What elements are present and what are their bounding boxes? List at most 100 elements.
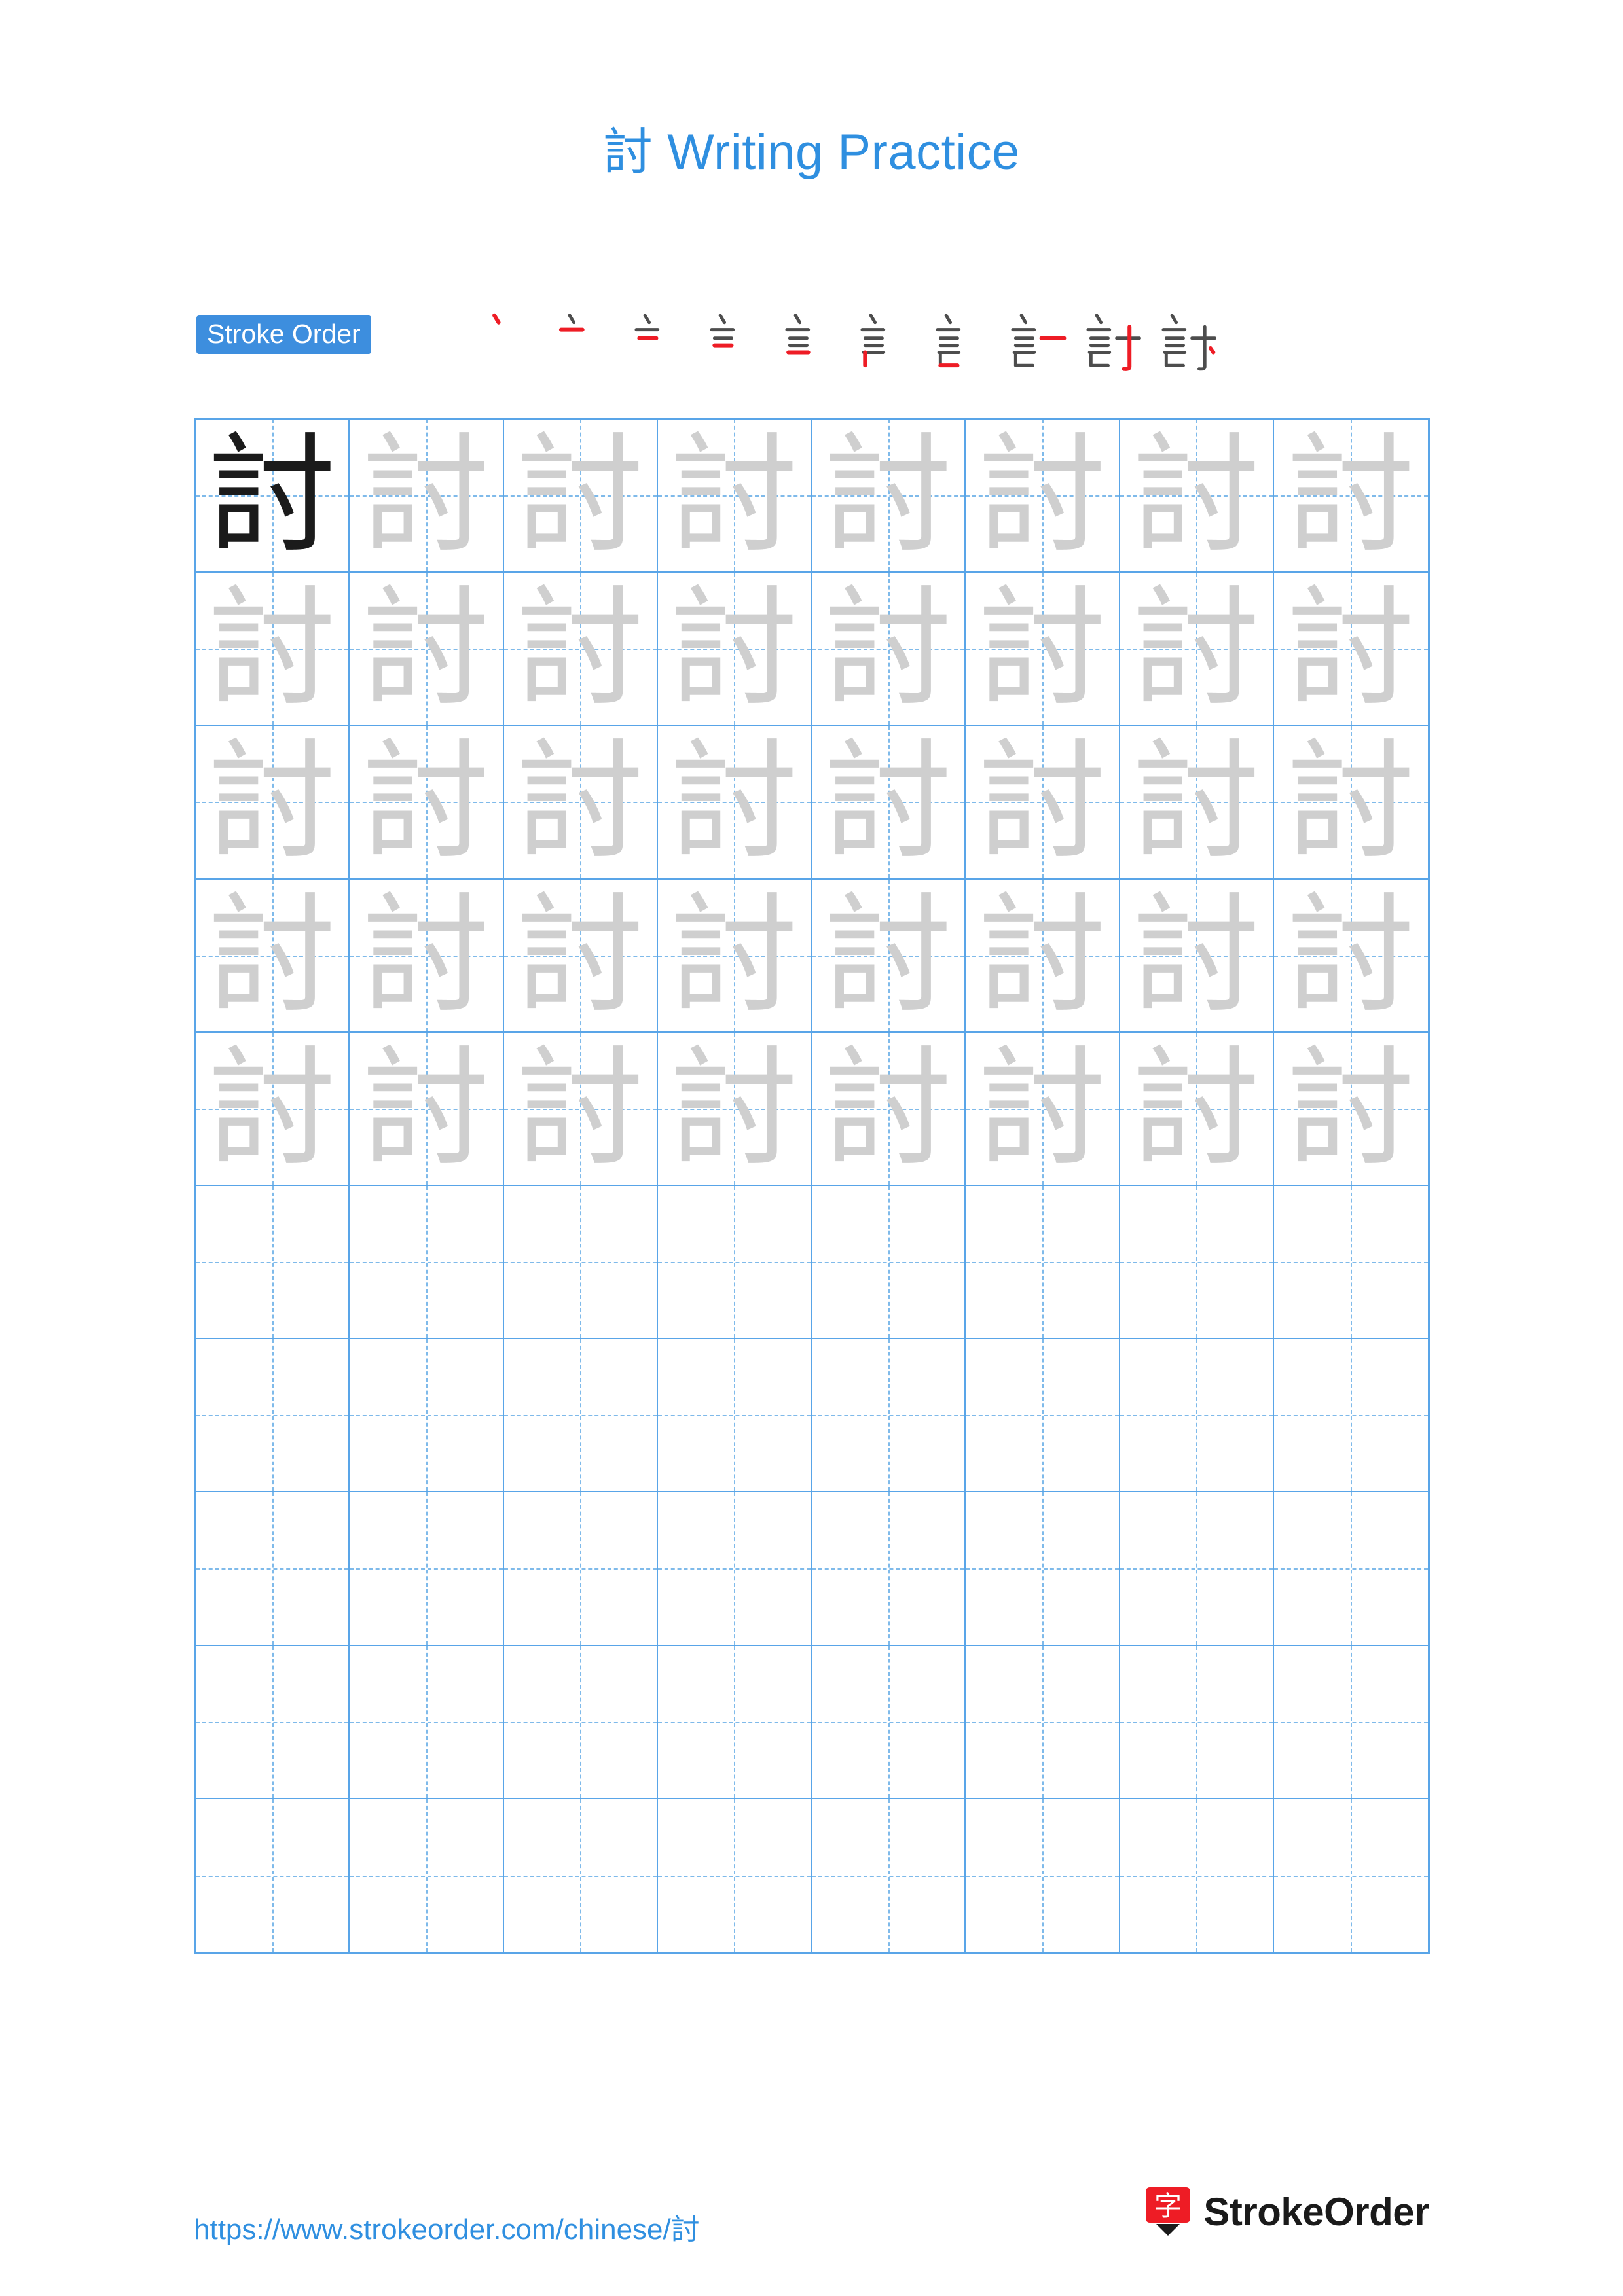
practice-cell: 討 (1273, 879, 1428, 1033)
practice-cell (503, 1186, 658, 1340)
practice-cell (812, 1186, 966, 1340)
cell-guide-horizontal (657, 1721, 811, 1723)
practice-character-trace: 討 (361, 880, 490, 1030)
cell-guide-vertical (734, 1339, 736, 1492)
practice-cell (503, 1339, 658, 1493)
practice-character-trace: 討 (670, 574, 799, 724)
practice-cell: 討 (657, 573, 812, 726)
cell-guide-horizontal (503, 1262, 657, 1264)
practice-cell (1120, 1339, 1274, 1493)
cell-guide-vertical (1196, 1799, 1198, 1952)
practice-cell (196, 1492, 350, 1646)
cell-guide-horizontal (1120, 1262, 1273, 1264)
stroke-order-step-9 (1070, 301, 1146, 380)
practice-cell: 討 (350, 726, 504, 880)
cell-guide-horizontal (1273, 1415, 1428, 1417)
practice-cell (1120, 1492, 1274, 1646)
practice-cell: 討 (503, 573, 658, 726)
cell-guide-vertical (888, 1492, 890, 1645)
cell-guide-vertical (888, 1186, 890, 1338)
practice-character-trace: 討 (361, 421, 490, 571)
cell-guide-vertical (1351, 1799, 1353, 1952)
cell-guide-vertical (734, 1799, 736, 1952)
practice-cell: 討 (966, 879, 1120, 1033)
practice-cell (657, 1645, 812, 1799)
brand-name: StrokeOrder (1203, 2189, 1429, 2234)
practice-cell (966, 1645, 1120, 1799)
worksheet-page: 討 Writing Practice Stroke Order 討討討討討討討討… (0, 0, 1623, 2296)
practice-character-trace: 討 (824, 574, 953, 724)
practice-cell (657, 1492, 812, 1646)
practice-cell: 討 (657, 420, 812, 573)
stroke-order-step-10 (1146, 301, 1221, 380)
cell-guide-horizontal (350, 1568, 503, 1570)
practice-character-trace: 討 (977, 421, 1106, 571)
cell-guide-horizontal (196, 1568, 349, 1570)
practice-cell: 討 (350, 879, 504, 1033)
practice-cell (196, 1645, 350, 1799)
cell-guide-vertical (426, 1645, 428, 1798)
practice-cell (350, 1492, 504, 1646)
practice-cell: 討 (657, 726, 812, 880)
cell-guide-vertical (1351, 1186, 1353, 1338)
cell-guide-horizontal (657, 1415, 811, 1417)
cell-guide-vertical (1042, 1799, 1044, 1952)
practice-cell (812, 1645, 966, 1799)
cell-guide-vertical (1196, 1186, 1198, 1338)
cell-guide-horizontal (1273, 1568, 1428, 1570)
practice-cell (196, 1339, 350, 1493)
practice-character-trace: 討 (208, 727, 337, 877)
stroke-order-step-4 (694, 301, 769, 380)
practice-cell (966, 1339, 1120, 1493)
practice-character-trace: 討 (670, 1033, 799, 1183)
cell-guide-horizontal (196, 1262, 349, 1264)
stroke-order-step-2 (543, 301, 619, 380)
practice-character-trace: 討 (1286, 727, 1415, 877)
practice-cell: 討 (350, 1032, 504, 1186)
practice-character-trace: 討 (1132, 880, 1261, 1030)
practice-cell (350, 1645, 504, 1799)
cell-guide-horizontal (966, 1415, 1119, 1417)
cell-guide-vertical (1042, 1492, 1044, 1645)
practice-cell: 討 (1273, 726, 1428, 880)
practice-character-trace: 討 (1132, 574, 1261, 724)
cell-guide-horizontal (812, 1415, 965, 1417)
practice-cell (1120, 1186, 1274, 1340)
cell-guide-horizontal (503, 1415, 657, 1417)
cell-guide-vertical (272, 1186, 274, 1338)
practice-character-trace: 討 (208, 880, 337, 1030)
practice-character-trace: 討 (670, 880, 799, 1030)
practice-character-trace: 討 (361, 727, 490, 877)
cell-guide-vertical (1351, 1339, 1353, 1492)
footer-url[interactable]: https://www.strokeorder.com/chinese/討 (194, 2206, 700, 2248)
cell-guide-horizontal (1120, 1568, 1273, 1570)
practice-cell: 討 (1120, 726, 1274, 880)
stroke-order-steps (468, 301, 1221, 380)
practice-character-trace: 討 (208, 574, 337, 724)
practice-character-trace: 討 (1132, 421, 1261, 571)
cell-guide-horizontal (812, 1568, 965, 1570)
practice-character-trace: 討 (824, 421, 953, 571)
cell-guide-horizontal (812, 1262, 965, 1264)
stroke-order-section: Stroke Order (196, 308, 1440, 380)
practice-character-trace: 討 (824, 1033, 953, 1183)
practice-cell: 討 (812, 726, 966, 880)
practice-cell (1120, 1799, 1274, 1952)
practice-cell (966, 1186, 1120, 1340)
practice-cell: 討 (196, 573, 350, 726)
cell-guide-vertical (426, 1799, 428, 1952)
cell-guide-vertical (426, 1186, 428, 1338)
practice-cell: 討 (503, 420, 658, 573)
practice-cell (196, 1799, 350, 1952)
cell-guide-horizontal (966, 1721, 1119, 1723)
cell-guide-vertical (1351, 1492, 1353, 1645)
svg-text:字: 字 (1154, 2190, 1182, 2222)
strokeorder-logo-icon: 字 (1144, 2186, 1192, 2237)
practice-cell (657, 1339, 812, 1493)
practice-character-trace: 討 (1132, 727, 1261, 877)
stroke-order-step-1 (468, 301, 543, 380)
practice-character-trace: 討 (1286, 421, 1415, 571)
cell-guide-vertical (1351, 1645, 1353, 1798)
cell-guide-vertical (888, 1339, 890, 1492)
practice-cell: 討 (1273, 573, 1428, 726)
